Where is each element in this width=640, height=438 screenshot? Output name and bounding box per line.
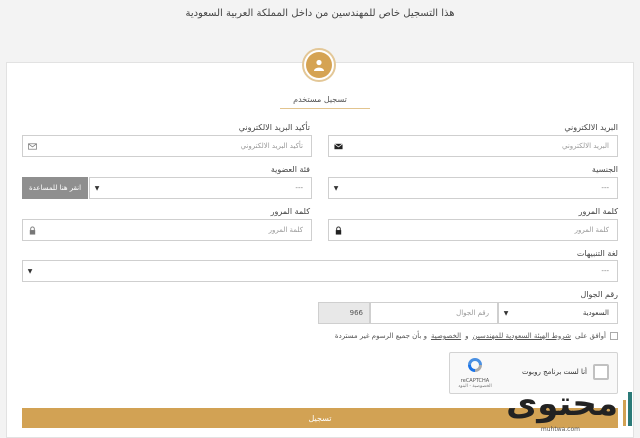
terms-link[interactable]: شروط الهيئة السعودية للمهندسين bbox=[472, 332, 571, 340]
nationality-select[interactable]: --- ▼ bbox=[328, 177, 618, 199]
help-button[interactable]: انقر هنا للمساعدة bbox=[22, 177, 88, 199]
envelope-icon bbox=[23, 142, 41, 151]
notify-lang-label: لغة التنبيهات bbox=[576, 249, 618, 258]
recaptcha-icon bbox=[468, 358, 482, 372]
recaptcha-terms[interactable]: الخصوصية - البنود bbox=[456, 384, 494, 389]
country-select[interactable]: السعودية ▼ bbox=[498, 302, 618, 324]
email-confirm-placeholder: تأكيد البريد الالكتروني bbox=[240, 142, 303, 150]
watermark-logo-text: محتوى bbox=[506, 384, 619, 424]
notify-lang-select[interactable]: --- ▼ bbox=[22, 260, 618, 282]
user-icon bbox=[306, 52, 332, 78]
caret-down-icon: ▼ bbox=[27, 267, 33, 275]
mobile-input[interactable]: رقم الجوال bbox=[370, 302, 498, 324]
membership-label: فئة العضوية bbox=[270, 165, 310, 174]
agree-checkbox[interactable] bbox=[610, 332, 618, 340]
register-heading: تسجيل مستخدم bbox=[293, 95, 347, 104]
lock-icon bbox=[329, 225, 347, 235]
agree-prefix: أوافق على bbox=[574, 332, 606, 340]
privacy-link[interactable]: الخصوصية bbox=[431, 332, 461, 340]
recaptcha-checkbox[interactable] bbox=[593, 364, 609, 380]
membership-value: --- bbox=[295, 184, 303, 192]
caret-down-icon: ▼ bbox=[94, 184, 100, 192]
notify-lang-value: --- bbox=[601, 267, 609, 275]
heading-divider bbox=[280, 108, 370, 109]
caret-down-icon: ▼ bbox=[503, 309, 509, 317]
mobile-placeholder: رقم الجوال bbox=[456, 309, 489, 317]
email-label: البريد الالكتروني bbox=[564, 123, 618, 132]
page-title: هذا التسجيل خاص للمهندسين من داخل المملك… bbox=[185, 8, 455, 19]
lock-icon bbox=[23, 225, 41, 235]
password-label: كلمة المرور bbox=[578, 207, 618, 216]
email-field[interactable]: البريد الالكتروني bbox=[328, 135, 618, 157]
password-confirm-field[interactable]: كلمة المرور bbox=[22, 219, 312, 241]
email-confirm-field[interactable]: تأكيد البريد الالكتروني bbox=[22, 135, 312, 157]
recaptcha-text: أنا لست برنامج روبوت bbox=[521, 368, 587, 376]
watermark-url: muhtwa.com bbox=[540, 426, 580, 433]
country-value: السعودية bbox=[582, 309, 609, 317]
password-confirm-placeholder: كلمة المرور bbox=[268, 226, 303, 234]
password-field[interactable]: كلمة المرور bbox=[328, 219, 618, 241]
email-placeholder: البريد الالكتروني bbox=[562, 142, 609, 150]
agree-suffix: و بأن جميع الرسوم غير مستردة bbox=[334, 332, 427, 340]
watermark-bar-gold bbox=[623, 400, 626, 426]
password-placeholder: كلمة المرور bbox=[574, 226, 609, 234]
email-confirm-label: تأكيد البريد الالكتروني bbox=[238, 123, 310, 132]
agree-and: و bbox=[465, 332, 469, 340]
membership-select[interactable]: --- ▼ bbox=[89, 177, 312, 199]
watermark-bar-teal bbox=[628, 392, 632, 426]
caret-down-icon: ▼ bbox=[333, 184, 339, 192]
nationality-label: الجنسية bbox=[591, 165, 618, 174]
nationality-value: --- bbox=[601, 184, 609, 192]
recaptcha-logo: reCAPTCHA الخصوصية - البنود bbox=[456, 357, 494, 389]
agree-row: أوافق على شروط الهيئة السعودية للمهندسين… bbox=[335, 332, 618, 340]
mobile-label: رقم الجوال bbox=[580, 290, 618, 299]
country-code: 966 bbox=[318, 302, 370, 324]
envelope-icon bbox=[329, 142, 347, 151]
password-confirm-label: كلمة المرور bbox=[270, 207, 310, 216]
